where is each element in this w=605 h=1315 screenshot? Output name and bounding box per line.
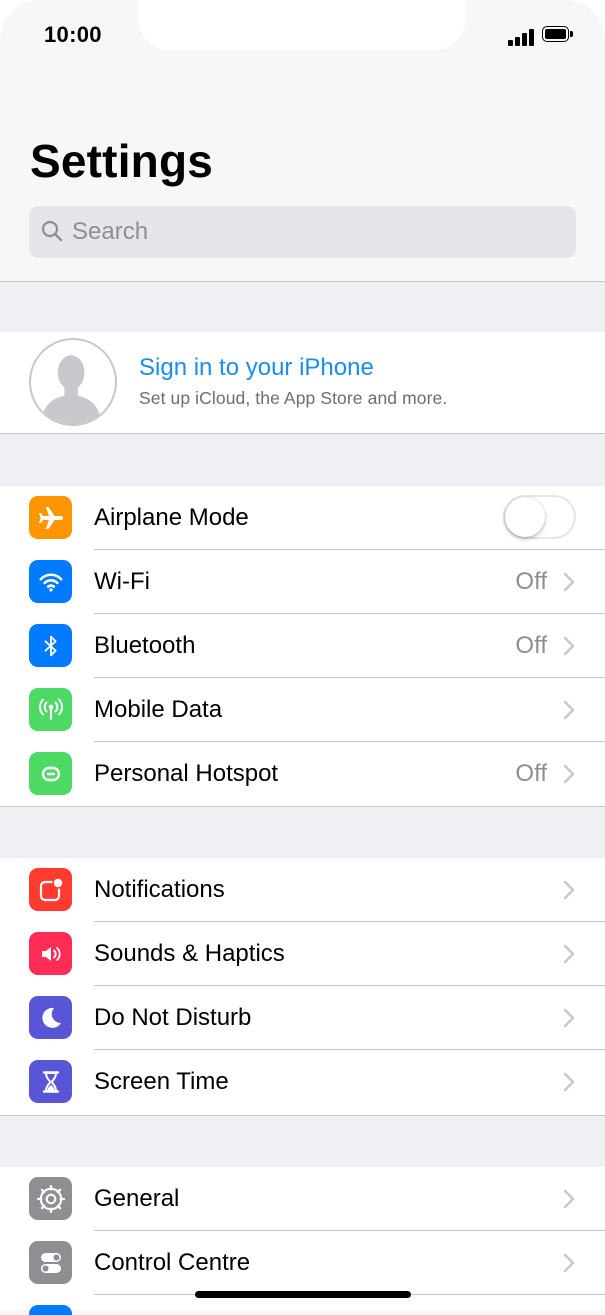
settings-row-mobile-data[interactable]: Mobile Data [0, 678, 605, 742]
speaker-icon [29, 932, 72, 975]
bluetooth-icon [29, 624, 72, 667]
settings-row-value: Off [515, 760, 547, 787]
section-divider [0, 433, 605, 487]
settings-row-label: Mobile Data [94, 696, 223, 723]
sign-in-subtitle: Set up iCloud, the App Store and more. [139, 388, 448, 408]
settings-row-value: Off [515, 568, 547, 595]
chevron-right-icon [563, 944, 575, 964]
person-silhouette-icon [40, 355, 102, 424]
chevron-right-icon [563, 1008, 575, 1028]
settings-row-wifi[interactable]: Wi-Fi Off [0, 550, 605, 614]
settings-row-label: Do Not Disturb [94, 1004, 252, 1031]
section-divider [0, 806, 605, 859]
settings-row-label: Sounds & Haptics [94, 940, 285, 967]
search-icon [41, 220, 63, 242]
chevron-right-icon [563, 764, 575, 784]
settings-row-control-centre[interactable]: Control Centre [0, 1231, 605, 1295]
hotspot-icon [29, 752, 72, 795]
signal-icon [508, 28, 536, 46]
hourglass-icon [29, 1060, 72, 1103]
moon-icon [29, 996, 72, 1039]
home-indicator[interactable] [195, 1291, 411, 1298]
settings-row-notifications[interactable]: Notifications [0, 858, 605, 922]
settings-row-general[interactable]: General [0, 1167, 605, 1231]
settings-row-label: Wi-Fi [94, 568, 150, 595]
settings-row-label: General [94, 1185, 180, 1212]
page-title: Settings [30, 135, 214, 187]
chevron-right-icon [563, 572, 575, 592]
notifications-icon [29, 868, 72, 911]
settings-row-label: Control Centre [94, 1249, 251, 1276]
settings-row-label: Screen Time [94, 1068, 229, 1095]
chevron-right-icon [563, 880, 575, 900]
chevron-right-icon [563, 636, 575, 656]
battery-icon [542, 26, 574, 44]
wifi-icon [29, 560, 72, 603]
notifications-group: Notifications Sounds & Haptics Do Not Di… [0, 858, 605, 1115]
settings-row-airplane-mode[interactable]: Airplane Mode [0, 486, 605, 550]
sign-in-row[interactable]: Sign in to your iPhone Set up iCloud, th… [0, 332, 605, 434]
general-group: General Control Centre [0, 1167, 605, 1315]
settings-row-label: Bluetooth [94, 632, 196, 659]
settings-row-label: Airplane Mode [94, 504, 249, 531]
screen-corner [0, 0, 40, 40]
notch [138, 0, 466, 50]
toggle-knob [505, 497, 545, 537]
section-divider [0, 1115, 605, 1168]
settings-row-bluetooth[interactable]: Bluetooth Off [0, 614, 605, 678]
chevron-right-icon [563, 1072, 575, 1092]
airplane-icon [29, 496, 72, 539]
settings-row-personal-hotspot[interactable]: Personal Hotspot Off [0, 742, 605, 806]
chevron-right-icon [563, 1253, 575, 1273]
chevron-right-icon [563, 1189, 575, 1209]
search-bar[interactable] [29, 206, 576, 258]
chevron-right-icon [563, 700, 575, 720]
search-input[interactable] [72, 206, 552, 258]
gear-icon [29, 1177, 72, 1220]
settings-row-screen-time[interactable]: Screen Time [0, 1050, 605, 1114]
airplane-mode-toggle[interactable] [503, 495, 576, 539]
settings-row-label: Notifications [94, 876, 225, 903]
status-time: 10:00 [44, 22, 102, 47]
next-row-icon [29, 1305, 72, 1315]
section-divider [0, 281, 605, 333]
switches-icon [29, 1241, 72, 1284]
connectivity-group: Airplane Mode Wi-Fi Off Bluetooth Off Mo… [0, 486, 605, 806]
settings-row-value: Off [515, 632, 547, 659]
status-bar: 10:00 [0, 0, 605, 70]
avatar [29, 338, 117, 426]
antenna-icon [29, 688, 72, 731]
sign-in-title: Sign in to your iPhone [139, 354, 374, 381]
settings-row-do-not-disturb[interactable]: Do Not Disturb [0, 986, 605, 1050]
settings-row-sounds-haptics[interactable]: Sounds & Haptics [0, 922, 605, 986]
settings-row-label: Personal Hotspot [94, 760, 279, 787]
